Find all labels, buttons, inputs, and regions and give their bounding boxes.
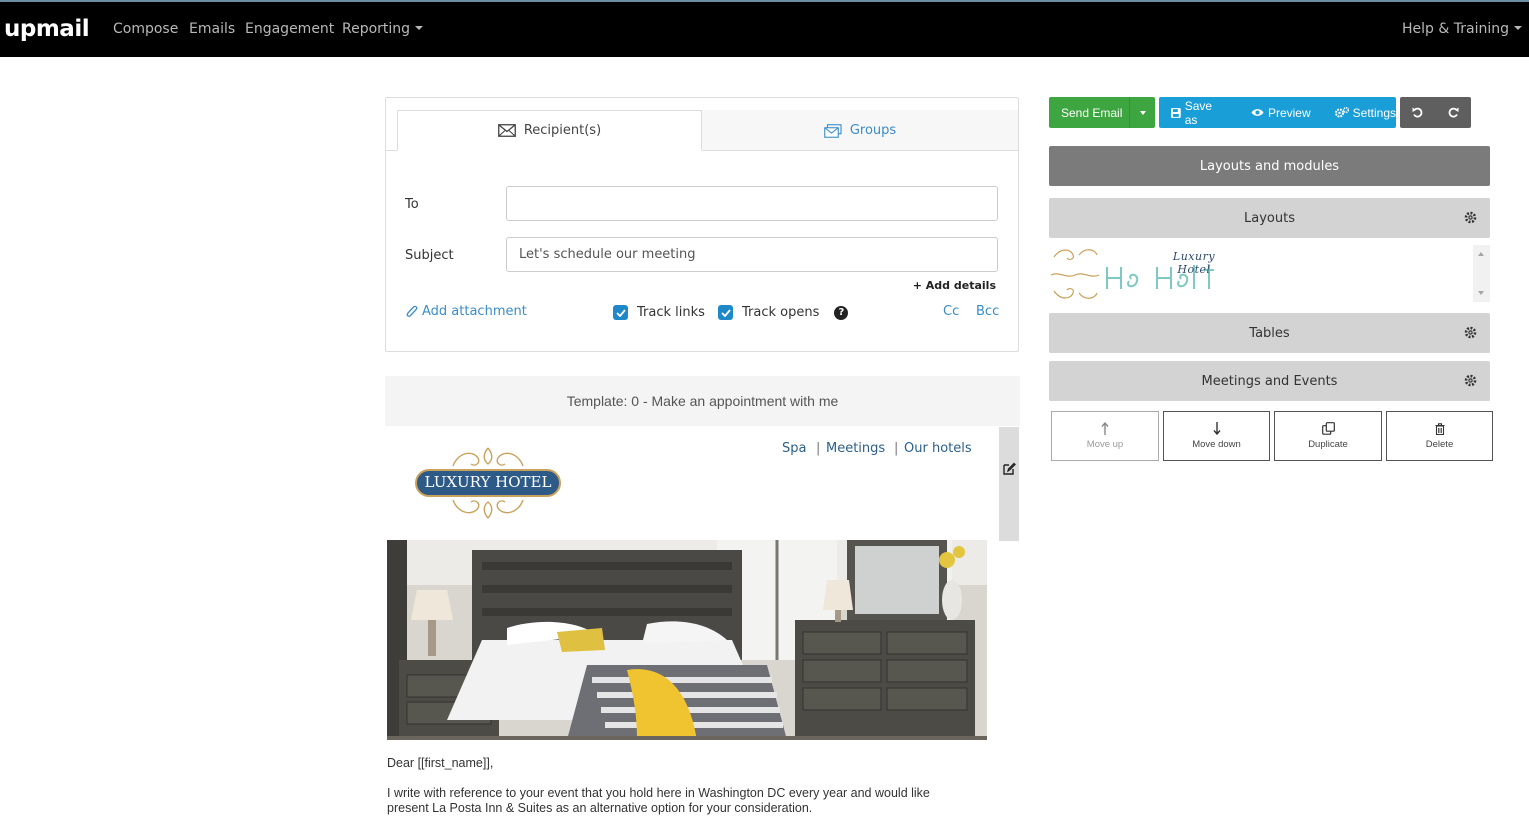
move-down-button[interactable]: Move down <box>1163 411 1270 461</box>
tables-section-header[interactable]: Tables <box>1049 313 1490 353</box>
track-opens-label: Track opens <box>742 305 820 320</box>
gear-icon[interactable] <box>1464 326 1477 339</box>
move-up-label: Move up <box>1086 439 1124 450</box>
history-button-group <box>1400 97 1471 128</box>
help-question-icon[interactable]: ? <box>834 305 849 320</box>
eye-icon <box>1251 109 1264 116</box>
add-attachment-link[interactable]: Add attachment <box>406 304 527 319</box>
hotel-logo[interactable]: LUXURY HOTEL <box>413 444 563 522</box>
preview-button[interactable]: Preview <box>1227 106 1311 120</box>
send-email-label: Send Email <box>1061 105 1123 120</box>
meetings-events-section-header[interactable]: Meetings and Events <box>1049 361 1490 401</box>
editor-actions-button-group: Save as Preview Settings <box>1159 97 1396 128</box>
undo-icon <box>1412 107 1423 118</box>
preview-label: Preview <box>1267 105 1311 120</box>
gears-icon <box>1334 107 1349 118</box>
subject-input[interactable]: Let's schedule our meeting <box>506 237 998 272</box>
subject-label: Subject <box>405 248 454 263</box>
tab-groups[interactable]: Groups <box>702 110 1018 151</box>
send-email-button-group: Send Email <box>1049 97 1155 128</box>
checkbox-checked-icon <box>613 305 628 320</box>
bedroom-illustration <box>387 540 987 740</box>
email-nav-spa[interactable]: Spa <box>782 441 806 456</box>
chevron-down-icon <box>415 26 424 30</box>
arrow-down-icon <box>1212 422 1221 435</box>
hero-bedroom-image[interactable] <box>387 540 987 740</box>
email-nav-meetings[interactable]: Meetings <box>826 441 885 456</box>
envelope-icon <box>497 124 516 137</box>
tab-recipients[interactable]: Recipient(s) <box>397 110 702 151</box>
checkbox-checked-icon <box>718 305 733 320</box>
undo-button[interactable] <box>1400 97 1435 128</box>
email-nav-hotels[interactable]: Our hotels <box>904 441 972 456</box>
template-label-bar: Template: 0 - Make an appointment with m… <box>385 376 1020 426</box>
meetings-events-section-label: Meetings and Events <box>1201 373 1338 389</box>
nav-help-label: Help & Training <box>1402 21 1509 37</box>
email-paragraph-line2: present La Posta Inn & Suites as an alte… <box>387 801 813 815</box>
tab-recipients-label: Recipient(s) <box>523 123 602 138</box>
to-label: To <box>405 197 419 212</box>
save-as-label: Save as <box>1184 98 1213 127</box>
send-options-dropdown[interactable] <box>1129 97 1155 128</box>
layouts-modules-title: Layouts and modules <box>1199 158 1340 174</box>
top-navbar: upmail Compose Emails Engagement Reporti… <box>0 0 1529 57</box>
gear-icon[interactable] <box>1464 374 1477 387</box>
copy-icon <box>1321 422 1335 435</box>
nav-compose[interactable]: Compose <box>113 21 178 37</box>
bcc-link[interactable]: Bcc <box>976 304 999 319</box>
delete-label: Delete <box>1425 438 1454 450</box>
email-paragraph-line1: I write with reference to your event tha… <box>387 786 930 800</box>
move-down-label: Move down <box>1192 439 1241 450</box>
nav-engagement[interactable]: Engagement <box>245 21 334 37</box>
nav-help-training[interactable]: Help & Training <box>1402 21 1522 37</box>
caret-down-icon <box>1139 110 1146 115</box>
template-label: Template: 0 - Make an appointment with m… <box>566 393 839 409</box>
email-greeting: Dear [[first_name]], <box>387 756 494 770</box>
duplicate-button[interactable]: Duplicate <box>1274 411 1382 461</box>
layouts-modules-header: Layouts and modules <box>1049 146 1490 186</box>
layout-thumbnail-title: Luxury Hotel <box>1172 250 1216 276</box>
delete-button[interactable]: Delete <box>1386 411 1493 461</box>
track-links-checkbox[interactable]: Track links <box>613 305 705 320</box>
save-as-button[interactable]: Save as <box>1159 99 1227 127</box>
track-links-label: Track links <box>637 305 705 320</box>
nav-emails[interactable]: Emails <box>189 21 235 37</box>
track-opens-checkbox[interactable]: Track opens ? <box>718 305 849 320</box>
add-attachment-label: Add attachment <box>422 304 527 319</box>
move-up-button[interactable]: Move up <box>1051 411 1159 461</box>
scroll-down-arrow-icon[interactable] <box>1478 291 1484 295</box>
settings-button[interactable]: Settings <box>1311 106 1396 120</box>
block-edit-handle[interactable] <box>999 427 1019 541</box>
chevron-down-icon <box>1513 26 1522 30</box>
send-email-button[interactable]: Send Email <box>1049 106 1129 120</box>
duplicate-label: Duplicate <box>1308 439 1348 450</box>
hotel-logo-text: LUXURY HOTEL <box>424 473 552 491</box>
to-input[interactable] <box>506 186 998 221</box>
recipient-panel: Recipient(s) Groups To Subject Let's sch… <box>385 97 1019 352</box>
layouts-scrollbar[interactable] <box>1473 245 1490 302</box>
layouts-thumbnail-strip: Luxury Hotel <box>1049 245 1490 302</box>
arrow-up-icon <box>1101 422 1109 435</box>
floppy-disk-icon <box>1171 107 1181 118</box>
email-nav-separator: | <box>894 441 899 456</box>
trash-icon <box>1435 422 1444 435</box>
gear-icon[interactable] <box>1464 211 1477 224</box>
layouts-section-label: Layouts <box>1244 210 1295 226</box>
nav-reporting-label: Reporting <box>342 21 411 37</box>
paperclip-icon <box>406 305 418 317</box>
tables-section-label: Tables <box>1249 325 1290 341</box>
redo-button[interactable] <box>1435 97 1471 128</box>
layouts-section-header[interactable]: Layouts <box>1049 198 1490 238</box>
nav-reporting[interactable]: Reporting <box>342 21 424 37</box>
app-logo[interactable]: upmail <box>4 16 90 42</box>
email-nav-separator: | <box>816 441 821 456</box>
tab-groups-label: Groups <box>849 123 897 138</box>
settings-label: Settings <box>1352 105 1396 120</box>
groups-envelopes-icon <box>824 123 842 138</box>
scroll-up-arrow-icon[interactable] <box>1478 252 1484 256</box>
edit-pencil-icon <box>1003 462 1016 475</box>
redo-icon <box>1448 107 1458 118</box>
cc-link[interactable]: Cc <box>943 304 959 319</box>
add-details-link[interactable]: + Add details <box>913 279 996 292</box>
